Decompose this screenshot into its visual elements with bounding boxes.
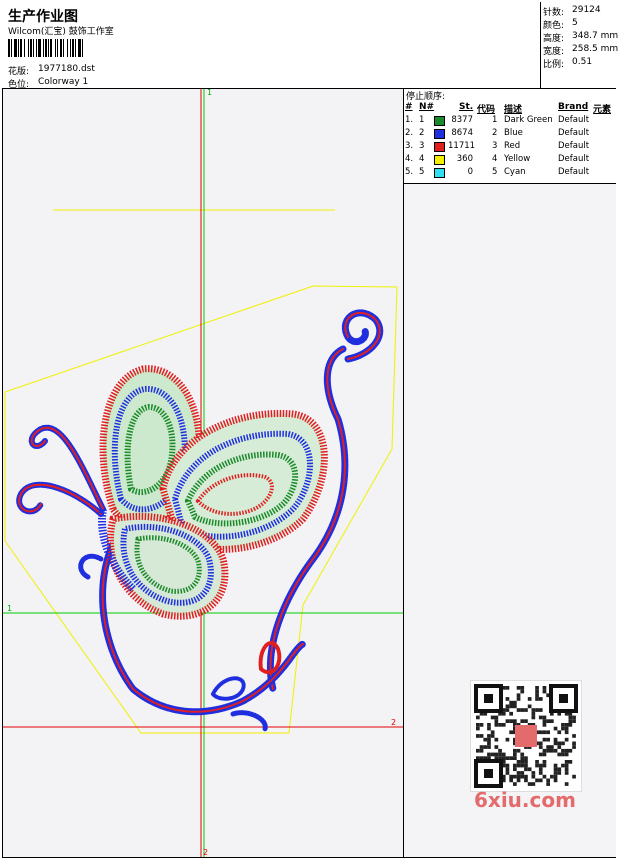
small-curl: [78, 553, 104, 580]
legend-desc: Blue: [504, 128, 523, 138]
legend-code: 4: [492, 154, 498, 164]
legend-brand: Default: [558, 141, 590, 151]
color-swatch: [434, 155, 445, 165]
legend-num: 4.: [405, 154, 414, 164]
legend-row: 4. 4 360 4 Yellow Default: [404, 154, 616, 166]
legend-header-n: N#: [419, 102, 435, 112]
sheet-subtitle: Wilcom(汇宝) 鼓饰工作室: [8, 27, 114, 37]
stats-panel: 针数: 29124 颜色: 5 高度: 348.7 mm 宽度: 258.5 mm 比例…: [540, 2, 619, 88]
stat-height: 高度: 348.7 mm: [543, 31, 619, 44]
legend-header-code: 代码: [477, 105, 496, 115]
guide-label-top: 1: [207, 89, 212, 97]
embroidery-preview: 1 2 1 2: [3, 89, 403, 857]
barcode: [8, 39, 136, 57]
legend-stitches: 0: [467, 167, 473, 177]
butterfly: [98, 365, 328, 620]
legend-header-elem: 元素: [593, 105, 612, 115]
legend-code: 3: [492, 141, 498, 151]
legend-num: 2.: [405, 128, 414, 138]
color-legend: 停止顺序: # N# St. 代码 描述 Brand 元素 1. 1 8377 1 Da…: [404, 89, 616, 184]
guide-label-right: 2: [391, 718, 396, 727]
legend-title: 停止顺序:: [406, 92, 446, 102]
color-swatch: [434, 116, 445, 126]
guide-label-bottom: 2: [203, 848, 208, 857]
qr-pattern: [474, 684, 578, 788]
antenna-left: [28, 424, 106, 512]
legend-n: 1: [419, 115, 425, 125]
sheet-header: 生产作业图 Wilcom(汇宝) 鼓饰工作室 花版: 1977180.dst 色…: [2, 2, 616, 90]
stat-scale: 比例: 0.51: [543, 57, 593, 70]
legend-row: 5. 5 0 5 Cyan Default: [404, 167, 616, 179]
legend-desc: Dark Green: [504, 115, 553, 125]
legend-stitches: 360: [456, 154, 473, 164]
colorway-value: Colorway 1: [38, 77, 89, 87]
color-swatch: [434, 129, 445, 139]
stat-stitches: 针数: 29124: [543, 5, 601, 18]
legend-brand: Default: [558, 115, 590, 125]
color-swatch: [434, 142, 445, 152]
legend-code: 1: [492, 115, 498, 125]
legend-row: 2. 2 8674 2 Blue Default: [404, 128, 616, 140]
legend-desc: Cyan: [504, 167, 526, 177]
legend-header-brand: Brand: [558, 102, 589, 112]
legend-brand: Default: [558, 154, 590, 164]
legend-num: 5.: [405, 167, 414, 177]
legend-header-st: St.: [459, 102, 474, 112]
legend-n: 4: [419, 154, 425, 164]
legend-num: 1.: [405, 115, 414, 125]
legend-code: 2: [492, 128, 498, 138]
design-label: 花版:: [8, 67, 30, 77]
stat-colors: 颜色: 5: [543, 18, 578, 31]
guide-label-left: 1: [7, 604, 12, 613]
legend-stitches: 11711: [448, 141, 476, 151]
design-value: 1977180.dst: [38, 64, 95, 74]
leaf-bottom-blue: [210, 676, 246, 701]
sheet-title: 生产作业图: [8, 9, 78, 25]
legend-stitches: 8674: [451, 128, 473, 138]
legend-row: 1. 1 8377 1 Dark Green Default: [404, 115, 616, 127]
legend-code: 5: [492, 167, 498, 177]
design-canvas: 1 2 1 2: [3, 89, 404, 857]
legend-n: 3: [419, 141, 425, 151]
legend-brand: Default: [558, 128, 590, 138]
legend-n: 5: [419, 167, 425, 177]
legend-desc: Red: [504, 141, 521, 151]
qr-code: [470, 680, 582, 792]
watermark: 6xiu.com: [474, 788, 576, 812]
stat-width: 宽度: 258.5 mm: [543, 44, 619, 57]
legend-header-num: #: [405, 102, 413, 112]
legend-n: 2: [419, 128, 425, 138]
color-swatch: [434, 168, 445, 178]
legend-num: 3.: [405, 141, 414, 151]
legend-header-desc: 描述: [504, 105, 523, 115]
legend-stitches: 8377: [451, 115, 473, 125]
legend-brand: Default: [558, 167, 590, 177]
legend-row: 3. 3 11711 3 Red Default: [404, 141, 616, 153]
legend-desc: Yellow: [504, 154, 531, 164]
